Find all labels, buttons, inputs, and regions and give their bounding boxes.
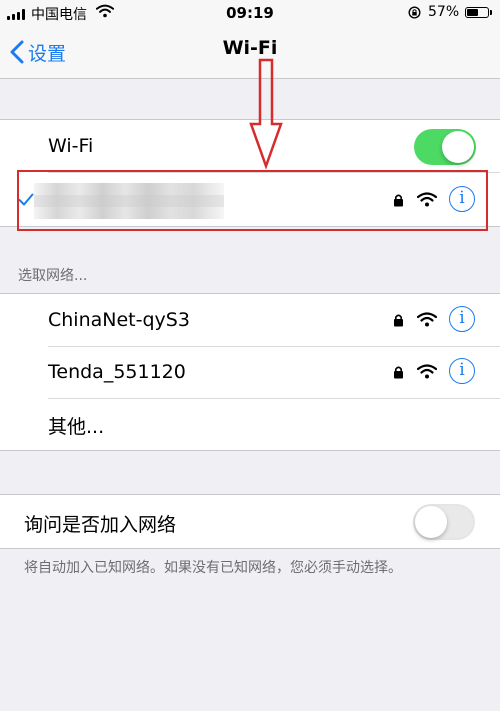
other-network-row[interactable]: 其他... (0, 399, 500, 449)
battery-nub (490, 10, 492, 15)
network-name: ChinaNet-qyS3 (48, 309, 190, 331)
info-icon[interactable]: i (449, 306, 475, 332)
wifi-toggle[interactable] (414, 129, 476, 165)
ask-join-label: 询问是否加入网络 (24, 514, 177, 536)
wifi-label: Wi-Fi (48, 135, 94, 157)
ask-join-group: 询问是否加入网络 (0, 494, 500, 549)
arrow-down-icon (249, 58, 283, 170)
battery-icon (465, 7, 489, 18)
clock: 09:19 (226, 4, 274, 22)
network-row[interactable]: Tenda_551120 i (0, 347, 500, 399)
network-row[interactable]: ChinaNet-qyS3 i (0, 294, 500, 346)
ask-join-toggle[interactable] (413, 504, 475, 540)
wifi-signal-icon (417, 312, 437, 327)
lock-icon (394, 314, 403, 327)
info-icon[interactable]: i (449, 358, 475, 384)
section-label: 选取网络... (18, 268, 88, 284)
networks-group: ChinaNet-qyS3 i Tenda_551120 i 其他... (0, 293, 500, 451)
network-name: Tenda_551120 (48, 361, 186, 383)
other-network-label: 其他... (48, 416, 105, 438)
battery-percentage: 57% (428, 4, 460, 20)
annotation-highlight-box (17, 170, 488, 231)
rotation-lock-icon (408, 6, 421, 19)
page-title: Wi-Fi (222, 37, 278, 59)
wifi-signal-icon (417, 364, 437, 379)
ask-join-footnote: 将自动加入已知网络。如果没有已知网络，您必须手动选择。 (24, 560, 402, 576)
lock-icon (394, 366, 403, 379)
